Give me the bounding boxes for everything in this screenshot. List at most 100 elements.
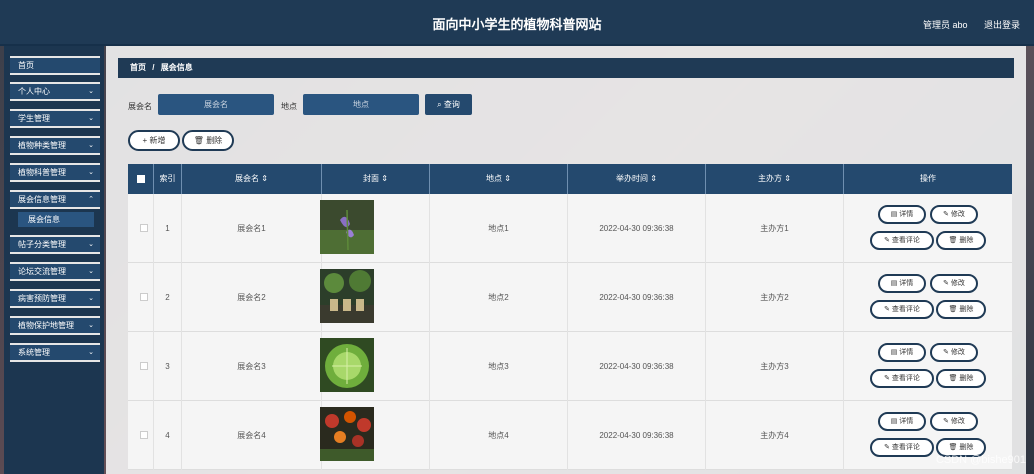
sidebar-item-profile[interactable]: 个人中心 ⌄ bbox=[10, 82, 100, 101]
name-input[interactable]: 展会名 bbox=[158, 94, 274, 115]
breadcrumb-home[interactable]: 首页 bbox=[130, 63, 146, 72]
row-index: 3 bbox=[154, 332, 182, 401]
chevron-down-icon: ⌄ bbox=[88, 115, 94, 122]
row-host: 主办方1 bbox=[706, 194, 844, 263]
detail-button[interactable]: ▤ 详情 bbox=[878, 205, 926, 224]
row-time: 2022-04-30 09:36:38 bbox=[568, 332, 706, 401]
row-checkbox[interactable] bbox=[140, 293, 148, 301]
breadcrumb-current: 展会信息 bbox=[160, 63, 193, 72]
col-cover[interactable]: 封面 ⇕ bbox=[322, 164, 430, 194]
row-checkbox[interactable] bbox=[140, 431, 148, 439]
chevron-down-icon: ⌄ bbox=[88, 349, 94, 356]
site-title: 面向中小学生的植物科普网站 bbox=[432, 17, 602, 32]
table-row: 4 展会名4 地点4 2022-04-30 09:36:38 主办方4 ▤ 详情… bbox=[128, 401, 1012, 470]
bulk-delete-button[interactable]: 🗑 删除 bbox=[182, 130, 234, 151]
sidebar-item-forum[interactable]: 论坛交流管理 ⌄ bbox=[10, 262, 100, 281]
col-time[interactable]: 举办时间 ⇕ bbox=[568, 164, 706, 194]
place-input[interactable]: 地点 bbox=[303, 94, 419, 115]
edit-icon: ✎ bbox=[884, 237, 890, 244]
delete-button[interactable]: 🗑 删除 bbox=[936, 300, 986, 319]
row-time: 2022-04-30 09:36:38 bbox=[568, 194, 706, 263]
row-index: 1 bbox=[154, 194, 182, 263]
edit-button[interactable]: ✎ 修改 bbox=[930, 274, 978, 293]
search-button[interactable]: ⌕ 查询 bbox=[425, 94, 472, 115]
chevron-up-icon: ⌃ bbox=[88, 196, 94, 203]
edit-icon: ✎ bbox=[943, 349, 949, 356]
row-checkbox[interactable] bbox=[140, 362, 148, 370]
trash-icon: 🗑 bbox=[948, 375, 958, 382]
trash-icon: 🗑 bbox=[948, 306, 958, 313]
sidebar-item-disease[interactable]: 病害预防管理 ⌄ bbox=[10, 289, 100, 308]
sidebar-item-home[interactable]: 首页 bbox=[10, 56, 100, 75]
sidebar-item-plant-science[interactable]: 植物科普管理 ⌄ bbox=[10, 163, 100, 182]
delete-button[interactable]: 🗑 删除 bbox=[936, 231, 986, 250]
edit-icon: ✎ bbox=[943, 418, 949, 425]
view-comments-button[interactable]: ✎ 查看评论 bbox=[870, 369, 934, 388]
view-comments-button[interactable]: ✎ 查看评论 bbox=[870, 300, 934, 319]
user-label: 管理员 abo bbox=[922, 20, 968, 30]
edit-button[interactable]: ✎ 修改 bbox=[930, 205, 978, 224]
select-all-checkbox[interactable] bbox=[136, 174, 145, 183]
row-place: 地点4 bbox=[430, 401, 568, 470]
chevron-down-icon: ⌄ bbox=[88, 142, 94, 149]
main-panel: 首页 / 展会信息 展会名 展会名 地点 地点 ⌕ 查询 + 新增 🗑 删除 索… bbox=[106, 46, 1026, 474]
col-place[interactable]: 地点 ⇕ bbox=[430, 164, 568, 194]
detail-icon: ▤ bbox=[890, 280, 898, 287]
chevron-down-icon: ⌄ bbox=[88, 169, 94, 176]
row-time: 2022-04-30 09:36:38 bbox=[568, 401, 706, 470]
row-place: 地点3 bbox=[430, 332, 568, 401]
view-comments-button[interactable]: ✎ 查看评论 bbox=[870, 231, 934, 250]
name-label: 展会名 bbox=[128, 102, 152, 111]
sidebar-item-exhibitions[interactable]: 展会信息管理 ⌃ bbox=[10, 190, 100, 209]
cover-image[interactable] bbox=[320, 407, 374, 461]
table-row: 2 展会名2 地点2 2022-04-30 09:36:38 主办方2 ▤ 详情… bbox=[128, 263, 1012, 332]
detail-button[interactable]: ▤ 详情 bbox=[878, 274, 926, 293]
detail-button[interactable]: ▤ 详情 bbox=[878, 343, 926, 362]
sidebar-item-system[interactable]: 系统管理 ⌄ bbox=[10, 343, 100, 362]
delete-button[interactable]: 🗑 删除 bbox=[936, 369, 986, 388]
cover-image[interactable] bbox=[320, 338, 374, 392]
chevron-down-icon: ⌄ bbox=[88, 268, 94, 275]
row-index: 2 bbox=[154, 263, 182, 332]
edit-icon: ✎ bbox=[884, 444, 890, 451]
row-host: 主办方4 bbox=[706, 401, 844, 470]
edit-icon: ✎ bbox=[884, 306, 890, 313]
logout-link[interactable]: 退出登录 bbox=[984, 20, 1020, 30]
detail-icon: ▤ bbox=[890, 349, 898, 356]
sidebar-item-protected-areas[interactable]: 植物保护地管理 ⌄ bbox=[10, 316, 100, 335]
breadcrumb: 首页 / 展会信息 bbox=[118, 58, 1014, 78]
row-host: 主办方2 bbox=[706, 263, 844, 332]
cover-image[interactable] bbox=[320, 269, 374, 323]
row-index: 4 bbox=[154, 401, 182, 470]
trash-icon: 🗑 bbox=[948, 444, 958, 451]
top-bar: 面向中小学生的植物科普网站 管理员 abo 退出登录 bbox=[0, 0, 1034, 46]
detail-icon: ▤ bbox=[890, 211, 898, 218]
edit-icon: ✎ bbox=[884, 375, 890, 382]
table-header: 索引 展会名 ⇕ 封面 ⇕ 地点 ⇕ 举办时间 ⇕ 主办方 ⇕ 操作 bbox=[128, 164, 1012, 194]
search-icon: ⌕ bbox=[437, 100, 442, 109]
col-name[interactable]: 展会名 ⇕ bbox=[182, 164, 322, 194]
sidebar-item-post-categories[interactable]: 帖子分类管理 ⌄ bbox=[10, 235, 100, 254]
sidebar: 首页 个人中心 ⌄ 学生管理 ⌄ 植物种类管理 ⌄ 植物科普管理 ⌄ 展会信息管理 ⌃ 展… bbox=[4, 46, 104, 474]
edit-button[interactable]: ✎ 修改 bbox=[930, 343, 978, 362]
sidebar-subitem-exhibition-info[interactable]: 展会信息 bbox=[18, 212, 94, 227]
view-comments-button[interactable]: ✎ 查看评论 bbox=[870, 438, 934, 457]
edit-button[interactable]: ✎ 修改 bbox=[930, 412, 978, 431]
row-checkbox[interactable] bbox=[140, 224, 148, 232]
sidebar-item-students[interactable]: 学生管理 ⌄ bbox=[10, 109, 100, 128]
sidebar-item-plant-types[interactable]: 植物种类管理 ⌄ bbox=[10, 136, 100, 155]
trash-icon: 🗑 bbox=[948, 237, 958, 244]
table-row: 3 展会名3 地点3 2022-04-30 09:36:38 主办方3 ▤ 详情… bbox=[128, 332, 1012, 401]
col-index: 索引 bbox=[154, 164, 182, 194]
add-button[interactable]: + 新增 bbox=[128, 130, 180, 151]
row-place: 地点2 bbox=[430, 263, 568, 332]
cover-image[interactable] bbox=[320, 200, 374, 254]
row-name: 展会名4 bbox=[182, 401, 322, 470]
detail-button[interactable]: ▤ 详情 bbox=[878, 412, 926, 431]
place-label: 地点 bbox=[281, 102, 297, 111]
col-host[interactable]: 主办方 ⇕ bbox=[706, 164, 844, 194]
row-time: 2022-04-30 09:36:38 bbox=[568, 263, 706, 332]
row-name: 展会名2 bbox=[182, 263, 322, 332]
chevron-down-icon: ⌄ bbox=[88, 241, 94, 248]
trash-icon: 🗑 bbox=[193, 136, 204, 145]
